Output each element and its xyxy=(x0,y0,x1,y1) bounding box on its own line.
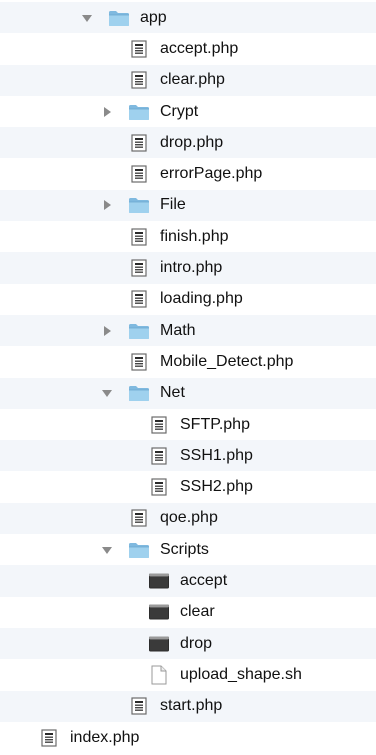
item-label: clear xyxy=(180,603,215,621)
disclosure-triangle-expanded-icon[interactable] xyxy=(80,11,94,25)
item-label: upload_shape.sh xyxy=(180,665,302,683)
file-row[interactable]: drop xyxy=(0,628,376,660)
php-file-icon xyxy=(128,696,150,716)
file-row[interactable]: errorPage.php xyxy=(0,159,376,190)
item-label: errorPage.php xyxy=(160,165,263,183)
folder-row[interactable]: Crypt xyxy=(0,96,376,127)
folder-icon xyxy=(108,8,130,28)
item-label: SSH2.php xyxy=(180,478,253,496)
item-label: finish.php xyxy=(160,227,229,245)
item-label: loading.php xyxy=(160,290,243,308)
item-label: accept xyxy=(180,572,228,590)
item-label: qoe.php xyxy=(160,509,218,527)
file-row[interactable]: loading.php xyxy=(0,284,376,315)
php-file-icon xyxy=(148,446,170,466)
file-row[interactable]: qoe.php xyxy=(0,502,376,535)
file-row[interactable]: upload_shape.sh xyxy=(0,659,376,690)
folder-row[interactable]: Scripts xyxy=(0,534,376,565)
item-label: Net xyxy=(160,384,185,402)
blank-file-icon xyxy=(148,665,170,685)
item-label: intro.php xyxy=(160,259,223,277)
php-file-icon xyxy=(148,415,170,435)
file-row[interactable]: accept.php xyxy=(0,33,376,64)
item-label: start.php xyxy=(160,697,223,715)
file-row[interactable]: intro.php xyxy=(0,252,376,284)
item-label: drop xyxy=(180,634,213,652)
file-row[interactable]: finish.php xyxy=(0,221,376,252)
disclosure-triangle-expanded-icon[interactable] xyxy=(100,543,114,557)
item-label: Scripts xyxy=(160,540,209,558)
folder-row[interactable]: Net xyxy=(0,377,376,409)
file-row[interactable]: index.php xyxy=(0,722,376,753)
item-label: Crypt xyxy=(160,102,199,120)
folder-icon xyxy=(128,321,150,341)
php-file-icon xyxy=(128,70,150,90)
item-label: drop.php xyxy=(160,133,224,151)
item-label: Math xyxy=(160,321,196,339)
item-label: SFTP.php xyxy=(180,415,250,433)
folder-icon xyxy=(128,383,150,403)
php-file-icon xyxy=(128,352,150,372)
item-label: app xyxy=(140,8,167,26)
disclosure-triangle-expanded-icon[interactable] xyxy=(100,386,114,400)
php-file-icon xyxy=(128,258,150,278)
file-row[interactable]: SSH1.php xyxy=(0,440,376,472)
php-file-icon xyxy=(38,728,60,748)
php-file-icon xyxy=(128,227,150,247)
disclosure-triangle-collapsed-icon[interactable] xyxy=(100,324,114,338)
disclosure-triangle-collapsed-icon[interactable] xyxy=(100,198,114,212)
item-label: index.php xyxy=(70,728,140,746)
file-row[interactable]: clear xyxy=(0,597,376,628)
item-label: clear.php xyxy=(160,71,225,89)
php-file-icon xyxy=(128,508,150,528)
executable-icon xyxy=(148,571,170,591)
executable-icon xyxy=(148,634,170,654)
file-row[interactable]: start.php xyxy=(0,690,376,722)
item-label: SSH1.php xyxy=(180,446,253,464)
php-file-icon xyxy=(128,133,150,153)
executable-icon xyxy=(148,602,170,622)
item-label: File xyxy=(160,196,186,214)
file-row[interactable]: drop.php xyxy=(0,127,376,159)
file-row[interactable]: SFTP.php xyxy=(0,409,376,440)
disclosure-triangle-collapsed-icon[interactable] xyxy=(100,105,114,119)
file-row[interactable]: Mobile_Detect.php xyxy=(0,346,376,377)
php-file-icon xyxy=(128,289,150,309)
file-row[interactable]: clear.php xyxy=(0,64,376,96)
file-tree: app accept.php clear.php Crypt drop.php error… xyxy=(0,0,376,755)
folder-row[interactable]: app xyxy=(0,2,376,34)
file-row[interactable]: SSH2.php xyxy=(0,472,376,503)
folder-icon xyxy=(128,540,150,560)
folder-row[interactable]: File xyxy=(0,189,376,222)
php-file-icon xyxy=(128,164,150,184)
folder-icon xyxy=(128,195,150,215)
folder-row[interactable]: Math xyxy=(0,315,376,347)
php-file-icon xyxy=(148,477,170,497)
php-file-icon xyxy=(128,39,150,59)
item-label: accept.php xyxy=(160,39,239,57)
file-row[interactable]: accept xyxy=(0,565,376,597)
item-label: Mobile_Detect.php xyxy=(160,352,294,370)
folder-icon xyxy=(128,102,150,122)
